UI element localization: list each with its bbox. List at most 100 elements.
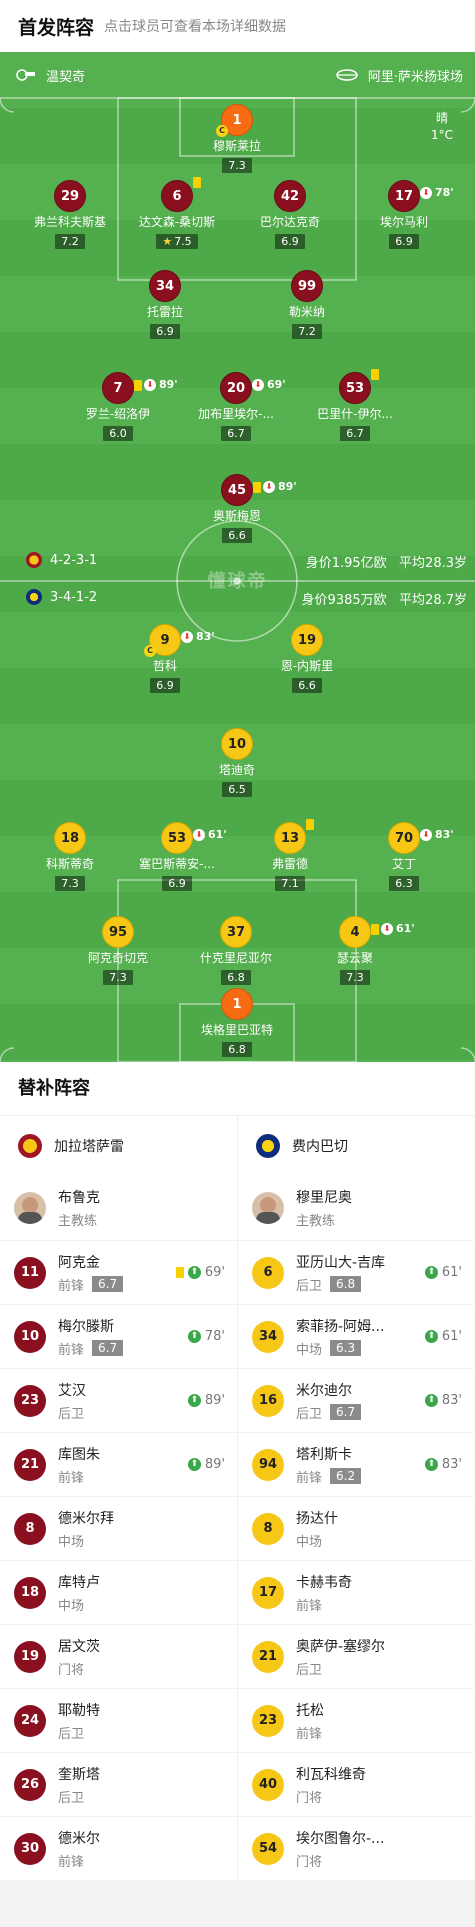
rating-value: 6.9 — [156, 325, 174, 338]
player-name: 耶勒特 — [58, 1702, 100, 1719]
home-sub-row[interactable]: 21 库图朱 前锋 ⬆ 89' — [0, 1432, 237, 1496]
player-position: 后卫 — [296, 1662, 323, 1678]
sub-off-icon: ⬇ — [381, 923, 393, 935]
away-player[interactable]: 4 ⬇ 61' 瑟云聚 7.3 — [295, 916, 415, 985]
player-name: 梅尔滕斯 — [58, 1318, 114, 1335]
player-rating: 6.9 — [162, 876, 192, 891]
shirt-number: 18 — [54, 822, 86, 854]
player-rating: 6.8 — [222, 1042, 252, 1057]
away-sub-row[interactable]: 54 埃尔图鲁尔-... 门将 — [238, 1816, 474, 1880]
player-position: 前锋 — [58, 1278, 85, 1294]
player-rating: 6.9 — [275, 234, 305, 249]
player-rating: 6.5 — [222, 782, 252, 797]
home-player[interactable]: 7 ⬇ 89' 罗兰-绍洛伊 6.0 — [58, 372, 178, 441]
shirt-number: 7 ⬇ 89' — [102, 372, 178, 404]
away-player[interactable]: 10 塔迪奇 6.5 — [177, 728, 297, 797]
sub-on-icon: ⬆ — [424, 1330, 438, 1343]
sub-on-icon: ⬆ — [187, 1458, 201, 1471]
substitutes-section: 替补阵容 加拉塔萨雷 布鲁克 主教练 11 阿克金 前锋 6.7 ⬆ 69' 10 梅尔滕斯前… — [0, 1062, 475, 1880]
rating-value: 7.1 — [281, 877, 299, 890]
player-position: 门将 — [296, 1790, 323, 1806]
sub-off-minute: 89' — [159, 378, 178, 391]
home-sub-row[interactable]: 30 德米尔 前锋 — [0, 1816, 237, 1880]
player-events — [371, 369, 379, 380]
weather-temperature: 1°C — [430, 128, 453, 142]
away-sub-row[interactable]: 94 塔利斯卡 前锋 6.2 ⬆ 83' — [238, 1432, 474, 1496]
away-player[interactable]: 95 阿克奇切克 7.3 — [58, 916, 178, 985]
home-player[interactable]: 42 巴尔达克奇 6.9 — [230, 180, 350, 249]
player-name: 利瓦科维奇 — [296, 1766, 366, 1783]
away-sub-row[interactable]: 8 扬达什 中场 — [238, 1496, 474, 1560]
shirt-number-text: 7 — [113, 381, 123, 396]
away-sub-row[interactable]: 23 托松 前锋 — [238, 1688, 474, 1752]
home-player[interactable]: 99 勒米纳 7.2 — [247, 270, 367, 339]
referee-name: 温契奇 — [46, 69, 86, 85]
sub-on-minute: 89' — [204, 1457, 225, 1472]
weather-condition: 晴 — [435, 111, 448, 125]
shirt-number: 16 — [252, 1384, 284, 1417]
home-sub-row[interactable]: 19 居文茨 门将 — [0, 1624, 237, 1688]
away-sub-row[interactable]: 40 利瓦科维奇 门将 — [238, 1752, 474, 1816]
player-name: 德米尔拜 — [58, 1510, 114, 1527]
player-events: ⬆ 78' — [187, 1329, 225, 1344]
home-player[interactable]: 34 托雷拉 6.9 — [105, 270, 225, 339]
shirt-number-text: 4 — [350, 925, 360, 940]
home-sub-row[interactable]: 11 阿克金 前锋 6.7 ⬆ 69' — [0, 1240, 237, 1304]
away-player[interactable]: 13 弗雷德 7.1 — [230, 819, 350, 891]
away-sub-row[interactable]: 17 卡赫韦奇 前锋 — [238, 1560, 474, 1624]
away-sub-row[interactable]: 21 奥萨伊-塞缪尔 后卫 — [238, 1624, 474, 1688]
away-sub-row[interactable]: 16 米尔迪尔 后卫 6.7 ⬆ 83' — [238, 1368, 474, 1432]
home-sub-row[interactable]: 24 耶勒特 后卫 — [0, 1688, 237, 1752]
home-sub-row[interactable]: 23 艾汉 后卫 ⬆ 89' — [0, 1368, 237, 1432]
home-player[interactable]: 53 巴里什-伊尔... 6.7 — [295, 369, 415, 441]
shirt-number-text: 19 — [297, 633, 317, 648]
away-player[interactable]: 9 C ⬇ 83' 哲科 6.9 — [105, 624, 225, 693]
player-events: ⬆ 83' — [424, 1393, 462, 1408]
home-sub-row[interactable]: 10 梅尔滕斯 前锋 6.7 ⬆ 78' — [0, 1304, 237, 1368]
home-player[interactable]: 45 ⬇ 89' 奥斯梅恩 6.6 — [177, 474, 297, 543]
home-player[interactable]: 1 C 穆斯莱拉 7.3 — [177, 104, 297, 173]
away-subs-team[interactable]: 费内巴切 — [238, 1116, 474, 1176]
away-player[interactable]: 37 什克里尼亚尔 6.8 — [176, 916, 296, 985]
home-player[interactable]: 20 ⬇ 69' 加布里埃尔-... 6.7 — [176, 372, 296, 441]
home-player[interactable]: 29 弗兰科夫斯基 7.2 — [10, 180, 130, 249]
home-player[interactable]: 17 ⬇ 78' 埃尔马利 6.9 — [344, 180, 464, 249]
captain-badge: C — [216, 125, 228, 137]
player-rating: 7.1 — [275, 876, 305, 891]
player-events: ⬇ 89' — [253, 471, 297, 503]
player-position: 后卫 — [58, 1790, 85, 1806]
rating-value: 7.5 — [174, 235, 192, 248]
away-formation-row: 3-4-1-2 — [26, 589, 97, 605]
rating-value: 6.7 — [346, 427, 364, 440]
sub-on-icon: ⬆ — [424, 1458, 438, 1471]
shirt-number: 4 ⬇ 61' — [339, 916, 415, 948]
home-sub-row[interactable]: 8 德米尔拜 中场 — [0, 1496, 237, 1560]
away-player[interactable]: 70 ⬇ 83' 艾丁 6.3 — [344, 822, 464, 891]
rating-value: 6.9 — [168, 877, 186, 890]
player-position: 中场 — [58, 1598, 85, 1614]
away-player[interactable]: 19 恩-内斯里 6.6 — [247, 624, 367, 693]
player-position: 后卫 — [58, 1406, 85, 1422]
away-player[interactable]: 18 科斯蒂奇 7.3 — [10, 822, 130, 891]
home-player[interactable]: 6 达文森-桑切斯 ★ 7.5 — [117, 177, 237, 249]
rating-value: 6.9 — [395, 235, 413, 248]
home-coach[interactable]: 布鲁克 主教练 — [0, 1176, 237, 1240]
away-player[interactable]: 53 ⬇ 61' 塞巴斯蒂安-... 6.9 — [117, 822, 237, 891]
player-name: 塔利斯卡 — [296, 1446, 352, 1463]
home-sub-row[interactable]: 26 奎斯塔 后卫 — [0, 1752, 237, 1816]
away-player[interactable]: 1 埃格里巴亚特 6.8 — [177, 988, 297, 1057]
rating-value: 6.5 — [228, 783, 246, 796]
away-sub-row[interactable]: 6 亚历山大-吉库 后卫 6.8 ⬆ 61' — [238, 1240, 474, 1304]
home-squad-value: 身价1.95亿欧 平均28.3岁 — [306, 552, 467, 571]
player-name: 哲科 — [152, 659, 177, 673]
rating-value: 6.3 — [395, 877, 413, 890]
player-position: 前锋 — [296, 1726, 323, 1742]
home-sub-row[interactable]: 18 库特卢 中场 — [0, 1560, 237, 1624]
shirt-number: 34 — [149, 270, 181, 302]
away-coach[interactable]: 穆里尼奥 主教练 — [238, 1176, 474, 1240]
away-age: 平均28.7岁 — [399, 593, 467, 608]
player-events: ⬆ 61' — [424, 1265, 462, 1280]
away-sub-row[interactable]: 34 索菲扬-阿姆... 中场 6.3 ⬆ 61' — [238, 1304, 474, 1368]
home-subs-team[interactable]: 加拉塔萨雷 — [0, 1116, 237, 1176]
player-rating: 6.3 — [330, 1340, 362, 1356]
